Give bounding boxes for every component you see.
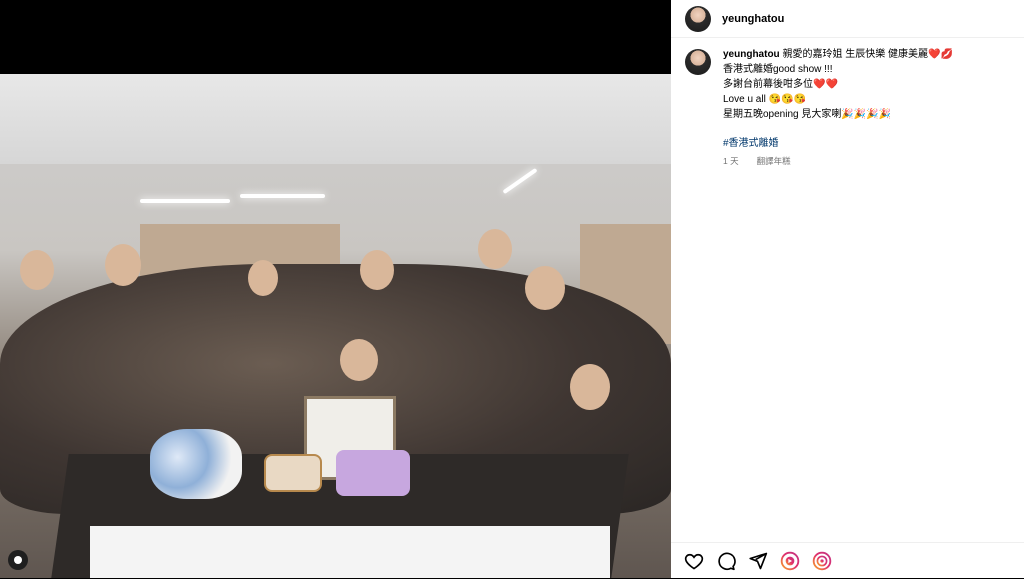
- caption-line: 星期五晚opening 見大家喇🎉🎉🎉🎉: [723, 109, 892, 120]
- instagram-story-icon[interactable]: [811, 550, 833, 572]
- caption-text: yeunghatou 親愛的嘉玲姐 生辰快樂 健康美麗❤️💋 香港式離婚good…: [723, 47, 1013, 167]
- user-tag-icon[interactable]: [8, 550, 28, 570]
- photo-face: [570, 364, 610, 410]
- caption-line: 多謝台前幕後咁多位❤️❤️: [723, 79, 838, 90]
- caption-meta: 1 天 翻譯年糕: [723, 155, 1013, 167]
- photo-ceiling: [0, 74, 671, 164]
- photo-face: [478, 229, 512, 269]
- photo-light: [140, 199, 230, 203]
- translate-link[interactable]: 翻譯年糕: [757, 155, 791, 167]
- instagram-app-icon[interactable]: [779, 550, 801, 572]
- action-bar: [671, 542, 1024, 579]
- post-photo[interactable]: [0, 74, 671, 578]
- photo-face: [525, 266, 565, 310]
- post-time: 1 天: [723, 156, 739, 166]
- send-icon[interactable]: [747, 550, 769, 572]
- heart-icon[interactable]: [683, 550, 705, 572]
- photo-light: [240, 194, 325, 198]
- photo-face: [105, 244, 141, 286]
- photo-face: [360, 250, 394, 290]
- photo-light: [502, 167, 538, 195]
- post-header: yeunghatou: [671, 0, 1024, 38]
- hashtag-link[interactable]: #香港式離婚: [723, 136, 1013, 151]
- photo-tablecloth: [90, 526, 610, 578]
- comment-icon[interactable]: [715, 550, 737, 572]
- caption-username[interactable]: yeunghatou: [723, 49, 780, 60]
- photo-face: [248, 260, 278, 296]
- photo-viewer[interactable]: [0, 0, 671, 578]
- caption-first-line: yeunghatou 親愛的嘉玲姐 生辰快樂 健康美麗❤️💋: [723, 47, 1013, 62]
- photo-cake: [336, 450, 410, 496]
- caption-avatar[interactable]: [685, 49, 711, 75]
- avatar[interactable]: [685, 5, 711, 32]
- caption-line: 香港式離婚good show !!!: [723, 64, 833, 75]
- header-username[interactable]: yeunghatou: [722, 13, 784, 25]
- photo-face: [20, 250, 54, 290]
- photo-face: [340, 339, 378, 381]
- photo-cake: [264, 454, 322, 492]
- post-sidebar: yeunghatou yeunghatou 親愛的嘉玲姐 生辰快樂 健康美麗❤️…: [671, 0, 1024, 578]
- caption-line: 親愛的嘉玲姐 生辰快樂 健康美麗❤️💋: [782, 49, 953, 60]
- caption-line: Love u all 😘😘😘: [723, 94, 806, 105]
- photo-flowers: [150, 429, 242, 499]
